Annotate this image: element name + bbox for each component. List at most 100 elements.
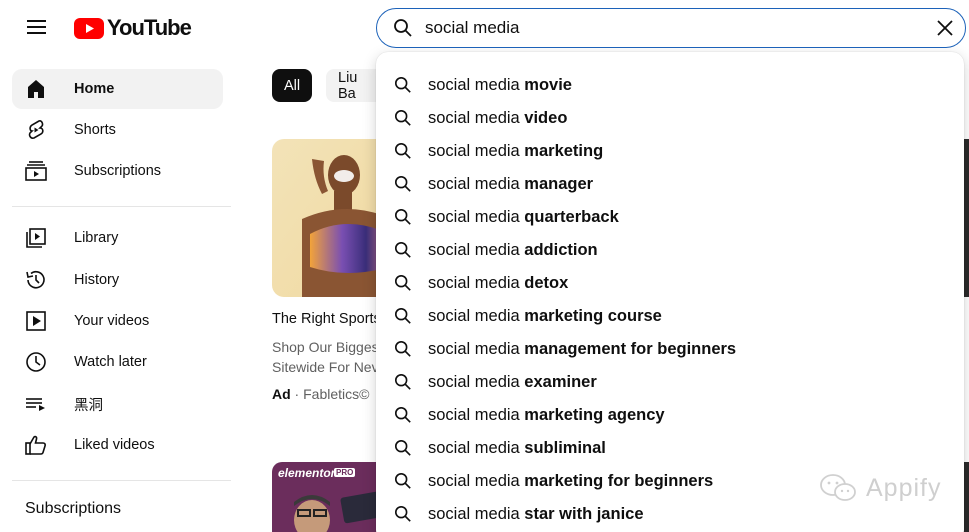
video-thumbnail[interactable]: [272, 139, 392, 297]
suggestion-completion: movie: [524, 76, 572, 94]
wechat-icon: [820, 474, 856, 501]
sidebar-item-label: History: [74, 272, 120, 288]
search-icon: [394, 109, 411, 126]
suggestion-text: social media marketing for beginners: [428, 472, 713, 491]
sidebar-item-playlist[interactable]: 黑洞: [12, 384, 223, 424]
suggestion-text: social media video: [428, 109, 567, 128]
watermark-text: Appify: [866, 473, 942, 502]
logo-text: YouTube: [107, 15, 192, 40]
watch-later-icon: [26, 352, 46, 372]
suggestion-prefix: social media: [428, 109, 525, 127]
suggestion-text: social media management for beginners: [428, 340, 736, 359]
sidebar-item-shorts[interactable]: Shorts: [12, 110, 223, 150]
shorts-icon: [28, 120, 44, 139]
history-icon: [26, 270, 45, 289]
search-icon: [394, 373, 411, 390]
sidebar-item-label: Home: [74, 81, 115, 97]
search-icon: [394, 472, 411, 489]
video-description-line: Sitewide For Nev: [272, 359, 379, 375]
sidebar-item-label: Liked videos: [74, 437, 155, 453]
sidebar-item-liked-videos[interactable]: Liked videos: [12, 425, 223, 465]
sidebar-item-home[interactable]: Home: [12, 69, 223, 109]
thumbnail-image: [272, 139, 392, 297]
suggestion-completion: marketing agency: [524, 406, 665, 424]
suggestion-text: social media quarterback: [428, 208, 619, 227]
suggestion-completion: quarterback: [524, 208, 619, 226]
video-description-line: Shop Our Bigges: [272, 339, 379, 355]
search-input[interactable]: [425, 15, 905, 41]
sidebar-item-subscriptions[interactable]: Subscriptions: [12, 151, 223, 191]
sidebar-divider: [12, 206, 231, 207]
search-suggestion[interactable]: social media detox: [376, 267, 964, 300]
suggestion-text: social media subliminal: [428, 439, 606, 458]
suggestion-completion: subliminal: [524, 439, 606, 457]
advertiser-name[interactable]: Fabletics©: [303, 386, 369, 402]
sidebar-item-library[interactable]: Library: [12, 218, 223, 258]
search-suggestion[interactable]: social media examiner: [376, 366, 964, 399]
suggestion-prefix: social media: [428, 274, 525, 292]
library-icon: [26, 228, 46, 248]
thumbnail-image: [294, 490, 388, 532]
search-suggestion[interactable]: social media quarterback: [376, 201, 964, 234]
search-box[interactable]: [376, 8, 966, 48]
suggestion-completion: video: [524, 109, 568, 127]
search-suggestion[interactable]: social media marketing: [376, 135, 964, 168]
search-icon: [394, 340, 411, 357]
suggestion-prefix: social media: [428, 76, 525, 94]
suggestion-prefix: social media: [428, 505, 525, 523]
sidebar-item-history[interactable]: History: [12, 260, 223, 300]
search-suggestion[interactable]: social media marketing course: [376, 300, 964, 333]
sidebar-item-label: Shorts: [74, 122, 116, 138]
thumbs-up-icon: [25, 435, 46, 455]
suggestion-prefix: social media: [428, 439, 525, 457]
subscriptions-section-title: Subscriptions: [25, 500, 122, 517]
search-icon: [394, 505, 411, 522]
ad-attribution: Ad · Fabletics©: [272, 386, 369, 402]
suggestion-text: social media manager: [428, 175, 593, 194]
suggestion-prefix: social media: [428, 208, 525, 226]
menu-button[interactable]: [24, 14, 50, 40]
suggestion-text: social media detox: [428, 274, 568, 293]
search-suggestion[interactable]: social media video: [376, 102, 964, 135]
sidebar-divider: [12, 480, 231, 481]
suggestion-prefix: social media: [428, 373, 525, 391]
search-icon: [394, 142, 411, 159]
search-suggestion[interactable]: social media addiction: [376, 234, 964, 267]
clear-search-icon[interactable]: [935, 18, 955, 38]
suggestion-prefix: social media: [428, 241, 525, 259]
suggestion-text: social media marketing: [428, 142, 603, 161]
video-title[interactable]: The Right Sports: [272, 311, 381, 327]
sidebar-item-your-videos[interactable]: Your videos: [12, 301, 223, 341]
video-thumbnail[interactable]: elementor PRO: [272, 462, 392, 532]
suggestion-text: social media marketing agency: [428, 406, 665, 425]
suggestion-prefix: social media: [428, 406, 525, 424]
suggestion-completion: marketing for beginners: [524, 472, 714, 490]
youtube-logo[interactable]: YouTube: [74, 15, 192, 41]
search-suggestion[interactable]: social media manager: [376, 168, 964, 201]
search-icon: [394, 175, 411, 192]
suggestion-completion: management for beginners: [524, 340, 737, 358]
suggestion-completion: examiner: [524, 373, 597, 391]
search-icon: [394, 208, 411, 225]
search-icon: [394, 19, 412, 37]
search-suggestion[interactable]: social media marketing agency: [376, 399, 964, 432]
sidebar-item-label: 黑洞: [74, 397, 103, 414]
suggestion-prefix: social media: [428, 142, 525, 160]
chip-all[interactable]: All: [272, 69, 313, 102]
search-suggestion[interactable]: social media subliminal: [376, 432, 964, 465]
sidebar-item-label: Subscriptions: [74, 163, 162, 179]
suggestion-prefix: social media: [428, 340, 525, 358]
suggestion-prefix: social media: [428, 307, 525, 325]
search-icon: [394, 439, 411, 456]
sidebar-item-watch-later[interactable]: Watch later: [12, 342, 223, 382]
suggestion-completion: marketing course: [524, 307, 662, 325]
suggestion-text: social media marketing course: [428, 307, 662, 326]
search-icon: [394, 307, 411, 324]
search-icon: [394, 406, 411, 423]
search-icon: [394, 241, 411, 258]
suggestion-completion: addiction: [524, 241, 598, 259]
your-videos-icon: [26, 311, 46, 331]
search-suggestion[interactable]: social media management for beginners: [376, 333, 964, 366]
search-suggestion[interactable]: social media movie: [376, 69, 964, 102]
suggestion-completion: star with janice: [524, 505, 644, 523]
